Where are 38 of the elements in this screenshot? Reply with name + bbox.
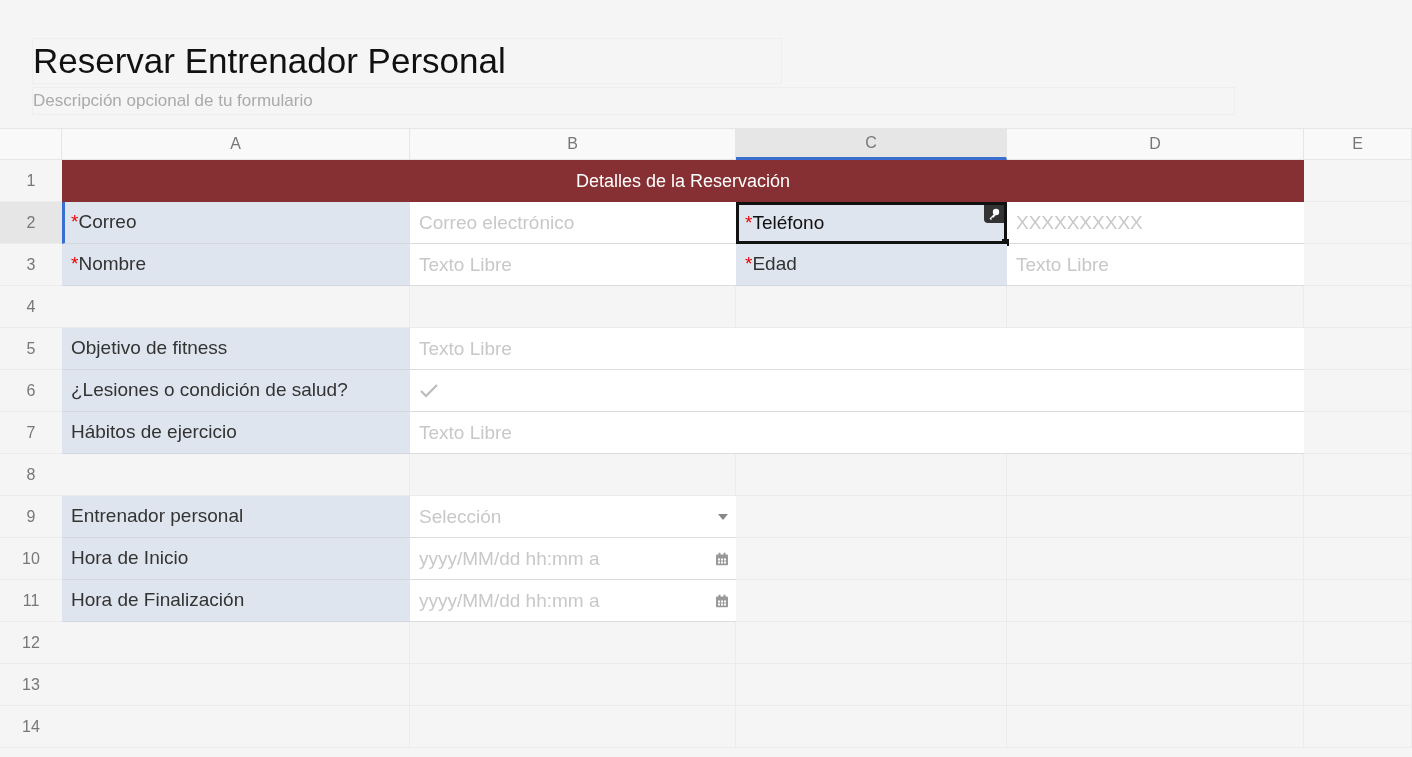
grid-cell[interactable] — [1304, 370, 1412, 412]
column-header[interactable]: E — [1304, 129, 1412, 160]
field-label: *Teléfono — [736, 202, 1007, 244]
column-header[interactable]: C — [736, 129, 1007, 160]
checkbox-field[interactable] — [410, 370, 1304, 412]
grid-cell[interactable] — [1007, 454, 1304, 496]
section-header: Detalles de la Reservación — [62, 160, 1304, 202]
grid-cell[interactable] — [1304, 412, 1412, 454]
field-label: Hora de Inicio — [62, 538, 410, 580]
grid-cell[interactable] — [1304, 286, 1412, 328]
row-number[interactable]: 2 — [0, 202, 62, 244]
description-field[interactable]: Descripción opcional de tu formulario — [32, 87, 1235, 115]
grid-cell[interactable] — [736, 622, 1007, 664]
field-label: *Edad — [736, 244, 1007, 286]
field-label: ¿Lesiones o condición de salud? — [62, 370, 410, 412]
caret-icon — [718, 514, 728, 520]
grid-cell[interactable] — [736, 496, 1007, 538]
grid-cell[interactable] — [1304, 202, 1412, 244]
field-label: Hora de Finalización — [62, 580, 410, 622]
grid-cell[interactable] — [1304, 454, 1412, 496]
field-label: *Correo — [62, 202, 410, 244]
grid-cell[interactable] — [410, 622, 736, 664]
calendar-icon — [716, 552, 728, 566]
field-label: *Nombre — [62, 244, 410, 286]
field-label: Objetivo de fitness — [62, 328, 410, 370]
field-label: Hábitos de ejercicio — [62, 412, 410, 454]
grid-cell[interactable] — [62, 622, 410, 664]
check-icon — [419, 382, 439, 399]
grid-cell[interactable] — [1304, 328, 1412, 370]
field-label: Entrenador personal — [62, 496, 410, 538]
grid-cell[interactable] — [1304, 160, 1412, 202]
key-icon — [984, 205, 1004, 223]
calendar-icon — [716, 594, 728, 608]
grid-cell[interactable] — [736, 580, 1007, 622]
form-title[interactable]: Reservar Entrenador Personal — [32, 38, 782, 84]
grid-cell[interactable] — [736, 454, 1007, 496]
grid-cell[interactable] — [1304, 244, 1412, 286]
grid-cell[interactable] — [736, 538, 1007, 580]
